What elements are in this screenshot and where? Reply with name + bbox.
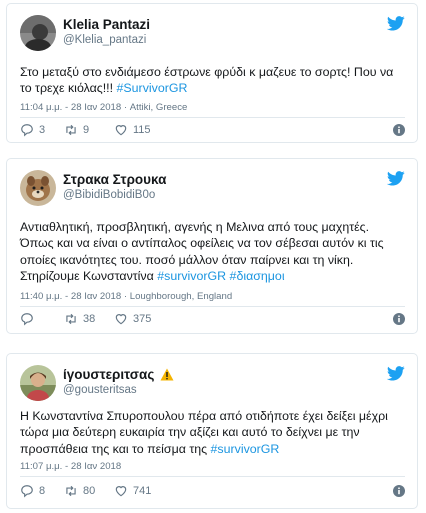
info-icon[interactable] [393,485,405,497]
reply-icon [21,485,33,498]
retweet-count: 38 [83,313,96,325]
reply-icon [21,124,33,137]
tweet-text: Στο μεταξύ στο ενδιάμεσο έστρωνε φρύδι κ… [20,64,405,97]
tweet-card[interactable]: Klelia Pantazi @Klelia_pantazi Στο μεταξ… [6,3,418,143]
tweet-text: Η Κωνσταντίνα Σπυροπουλου πέρα από οτιδή… [20,408,405,457]
twitter-bird-icon[interactable] [387,366,405,381]
twitter-bird-icon[interactable] [387,16,405,31]
hashtag-link[interactable]: #SurvivorGR [117,81,188,95]
retweet-button[interactable]: 80 [64,484,95,498]
hashtag-link[interactable]: #διασημοι [230,269,285,283]
twitter-bird-icon[interactable] [387,171,405,186]
divider [20,476,405,477]
retweet-count: 80 [83,485,96,497]
hashtag-link[interactable]: #survivorGR [157,269,226,283]
reply-icon [21,313,33,326]
author-name-row: ίγουστεριτσας [63,366,174,383]
tweet-meta[interactable]: 11:07 μ.μ. - 28 Ιαν 2018 [20,461,121,472]
author-handle[interactable]: @BibidiBobidiB0o [63,188,166,203]
tweet-actions: 38 375 [20,312,405,328]
tweet-meta[interactable]: 11:40 μ.μ. - 28 Ιαν 2018 · Loughborough,… [20,291,232,302]
info-icon[interactable] [393,313,405,325]
retweet-icon [66,124,76,136]
tweet-actions: 8 80 741 [20,484,405,500]
reply-button[interactable]: 8 [20,484,45,498]
info-icon[interactable] [393,124,405,136]
retweet-count: 9 [83,124,90,136]
heart-icon [115,486,127,497]
reply-count: 8 [39,485,46,497]
reply-button[interactable]: 3 [20,123,45,137]
tweet-card[interactable]: Στρακα Στρουκα @BibidiBobidiB0o Αντιαθλη… [6,158,418,334]
like-count: 741 [133,485,152,497]
reply-count: 3 [39,124,46,136]
tweet-meta[interactable]: 11:04 μ.μ. - 28 Ιαν 2018 · Attiki, Greec… [20,102,187,113]
retweet-icon [66,485,76,497]
avatar[interactable] [20,15,56,51]
retweet-icon [66,313,76,325]
reply-button[interactable] [20,312,39,326]
avatar[interactable] [20,365,56,401]
divider [20,117,405,118]
tweet-text: Αντιαθλητική, προσβλητική, αγενής η Μελι… [20,219,405,285]
author-name[interactable]: Klelia Pantazi [63,16,150,33]
like-count: 115 [133,124,151,136]
author-name[interactable]: ίγουστεριτσας [63,367,154,382]
avatar[interactable] [20,170,56,206]
tweet-body: Στο μεταξύ στο ενδιάμεσο έστρωνε φρύδι κ… [20,65,394,96]
tweet-body: Η Κωνσταντίνα Σπυροπουλου πέρα από οτιδή… [20,409,388,456]
hashtag-link[interactable]: #survivorGR [211,442,280,456]
like-button[interactable]: 375 [114,312,151,326]
heart-icon [115,314,127,325]
like-count: 375 [133,313,152,325]
like-button[interactable]: 741 [114,484,151,498]
retweet-button[interactable]: 38 [64,312,95,326]
tweet-card[interactable]: ίγουστεριτσας @gousteritsas Η Κωνσταντίν… [6,353,418,509]
warning-icon [160,368,174,381]
author-handle[interactable]: @Klelia_pantazi [63,33,150,48]
like-button[interactable]: 115 [114,123,151,137]
author-name[interactable]: Στρακα Στρουκα [63,171,166,188]
heart-icon [115,125,127,136]
divider [20,306,405,307]
retweet-button[interactable]: 9 [64,123,89,137]
author-handle[interactable]: @gousteritsas [63,383,174,398]
tweet-actions: 3 9 115 [20,123,405,139]
